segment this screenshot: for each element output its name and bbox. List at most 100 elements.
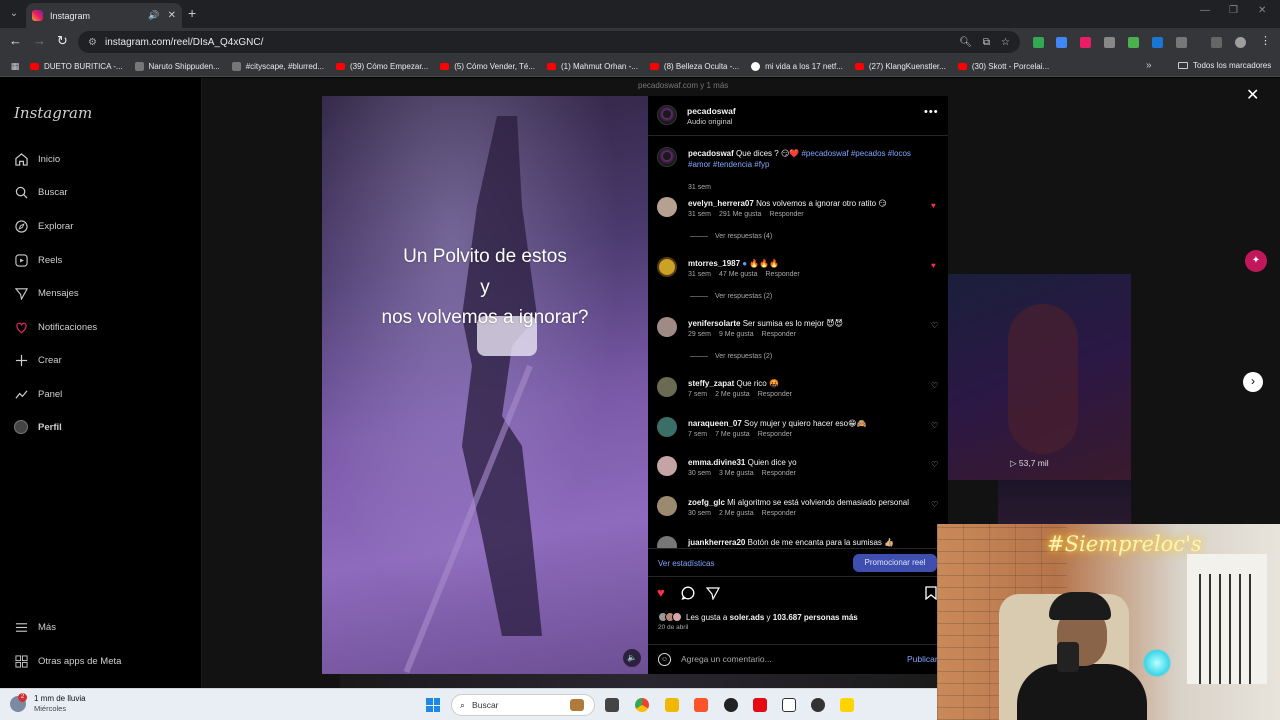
reply-link[interactable]: Responder <box>758 391 792 398</box>
address-bar[interactable]: ⚙ instagram.com/reel/DIsA_Q4xGNC/ 🔍︎ ⧉ ☆ <box>78 31 1020 53</box>
bookmark-item[interactable]: (27) KlangKuenstler... <box>854 62 946 71</box>
obs-icon[interactable] <box>811 698 825 712</box>
extension-grid-icon[interactable] <box>1104 37 1115 48</box>
comment-likes[interactable]: 2 Me gusta <box>715 391 750 398</box>
forward-icon[interactable]: → <box>33 34 46 48</box>
taskbar-search[interactable]: ⌕ Buscar <box>451 694 595 716</box>
nav-crear[interactable]: Crear <box>14 353 62 367</box>
comment-likes[interactable]: 9 Me gusta <box>719 331 754 338</box>
floating-extension-icon[interactable]: ✦ <box>1245 250 1267 272</box>
app-icon[interactable] <box>724 698 738 712</box>
audio-label[interactable]: Audio original <box>687 117 732 126</box>
comment-likes[interactable]: 2 Me gusta <box>719 510 754 517</box>
comment-likes[interactable]: 291 Me gusta <box>719 211 761 218</box>
comment-like-heart-icon[interactable]: ♡ <box>931 421 938 430</box>
all-bookmarks-button[interactable]: Todos los marcadores <box>1178 61 1271 70</box>
comment-like-heart-icon[interactable]: ♡ <box>931 460 938 469</box>
next-reel-arrow-icon[interactable]: › <box>1243 372 1263 392</box>
browser-menu-icon[interactable]: ⋮ <box>1260 34 1271 48</box>
view-replies-link[interactable]: Ver respuestas (2) <box>690 353 772 360</box>
weather-widget[interactable]: 2 1 mm de lluvia Miércoles <box>10 693 86 714</box>
author-name[interactable]: pecadoswaf <box>687 106 736 116</box>
view-replies-link[interactable]: Ver respuestas (4) <box>690 233 772 240</box>
close-modal-icon[interactable]: ✕ <box>1246 88 1259 104</box>
nav-perfil[interactable]: Perfil <box>14 420 62 434</box>
reply-link[interactable]: Responder <box>766 271 800 278</box>
zoom-icon[interactable]: 🔍︎ <box>959 37 972 48</box>
reel-video[interactable]: Un Polvito de estos y nos volvemos a ign… <box>322 96 648 674</box>
reply-link[interactable]: Responder <box>762 331 796 338</box>
comments-list[interactable]: pecadoswaf Que dices ? 😏❤️ #pecadoswaf #… <box>648 136 948 548</box>
minimize-icon[interactable]: — <box>1200 5 1210 16</box>
comment-likes[interactable]: 3 Me gusta <box>719 470 754 477</box>
author-avatar[interactable] <box>657 105 677 125</box>
reload-icon[interactable]: ↻ <box>57 34 68 48</box>
bookmark-item[interactable]: (39) Cómo Empezar... <box>335 62 428 71</box>
more-options-icon[interactable]: ••• <box>924 106 939 118</box>
comment-like-heart-icon[interactable]: ♡ <box>931 381 938 390</box>
extension-instagram-icon[interactable] <box>1080 37 1091 48</box>
file-explorer-icon[interactable] <box>665 698 679 712</box>
back-icon[interactable]: ← <box>9 34 22 48</box>
commenter-avatar[interactable] <box>657 317 677 337</box>
commenter-avatar[interactable] <box>657 496 677 516</box>
commenter-avatar[interactable] <box>657 197 677 217</box>
comment-likes[interactable]: 47 Me gusta <box>719 271 758 278</box>
commenter-avatar[interactable] <box>657 456 677 476</box>
like-heart-icon[interactable]: ♥ <box>657 586 665 599</box>
commenter-avatar[interactable] <box>657 417 677 437</box>
nav-notificaciones[interactable]: Notificaciones <box>14 320 97 334</box>
notion-icon[interactable] <box>782 698 796 712</box>
close-tab-icon[interactable]: ✕ <box>168 10 176 21</box>
comment-likes[interactable]: 7 Me gusta <box>715 431 750 438</box>
netflix-icon[interactable] <box>753 698 767 712</box>
bookmark-item[interactable]: (1) Mahmut Orhan -... <box>547 62 638 71</box>
nav-mas[interactable]: Más <box>14 620 56 634</box>
author-avatar[interactable] <box>657 147 677 167</box>
nav-meta-apps[interactable]: Otras apps de Meta <box>14 654 121 668</box>
nav-reels[interactable]: Reels <box>14 253 62 267</box>
bookmark-star-icon[interactable]: ☆ <box>1001 37 1010 48</box>
instagram-logo[interactable]: Instagram <box>14 104 92 122</box>
close-window-icon[interactable]: ✕ <box>1258 5 1266 16</box>
nav-explorar[interactable]: Explorar <box>14 219 73 233</box>
bookmark-item[interactable]: (8) Belleza Oculta -... <box>649 62 739 71</box>
reply-link[interactable]: Responder <box>769 211 803 218</box>
nav-mensajes[interactable]: Mensajes <box>14 286 79 300</box>
promote-reel-button[interactable]: Promocionar reel <box>853 554 937 572</box>
extension-blue-icon[interactable] <box>1056 37 1067 48</box>
bookmark-item[interactable]: mi vida a los 17 netf... <box>751 61 843 71</box>
nav-panel[interactable]: Panel <box>14 387 62 401</box>
publish-button[interactable]: Publicar <box>907 654 938 664</box>
extension-drive-icon[interactable] <box>1033 37 1044 48</box>
extension-green-icon[interactable] <box>1128 37 1139 48</box>
comment-like-heart-icon[interactable]: ♡ <box>931 500 938 509</box>
reply-link[interactable]: Responder <box>762 510 796 517</box>
apps-grid-icon[interactable]: ▦ <box>0 61 30 72</box>
tab-search-menu-icon[interactable]: ⌄ <box>6 6 22 22</box>
browser-tab-instagram[interactable]: Instagram 🔊 ✕ <box>26 3 182 28</box>
view-replies-link[interactable]: Ver respuestas (2) <box>690 293 772 300</box>
install-app-icon[interactable]: ⧉ <box>983 37 990 48</box>
caption-user[interactable]: pecadoswaf <box>688 149 734 158</box>
background-reel-thumbnail-2[interactable] <box>998 480 1131 530</box>
bookmark-item[interactable]: (30) Skott - Porcelai... <box>957 62 1049 71</box>
view-stats-link[interactable]: Ver estadísticas <box>658 559 714 568</box>
comment-like-heart-icon[interactable]: ♡ <box>931 321 938 330</box>
comment-bubble-icon[interactable] <box>681 586 695 602</box>
commenter-avatar[interactable] <box>657 377 677 397</box>
emoji-icon[interactable]: ☺ <box>658 653 671 666</box>
bookmark-item[interactable]: (5) Cómo Vender, Té... <box>440 62 535 71</box>
bookmark-item[interactable]: DUETO BURITICA -... <box>30 62 123 71</box>
nav-inicio[interactable]: Inicio <box>14 152 60 166</box>
task-view-icon[interactable] <box>605 698 619 712</box>
extensions-puzzle-icon[interactable] <box>1176 37 1187 48</box>
windows-start-icon[interactable] <box>426 698 440 712</box>
extension-shield-icon[interactable] <box>1152 37 1163 48</box>
chrome-icon[interactable] <box>635 698 649 712</box>
commenter-avatar[interactable] <box>657 257 677 277</box>
reply-link[interactable]: Responder <box>762 470 796 477</box>
comment-like-heart-icon[interactable]: ♥ <box>931 201 936 210</box>
profile-avatar-icon[interactable] <box>1235 37 1246 48</box>
brave-icon[interactable] <box>694 698 708 712</box>
